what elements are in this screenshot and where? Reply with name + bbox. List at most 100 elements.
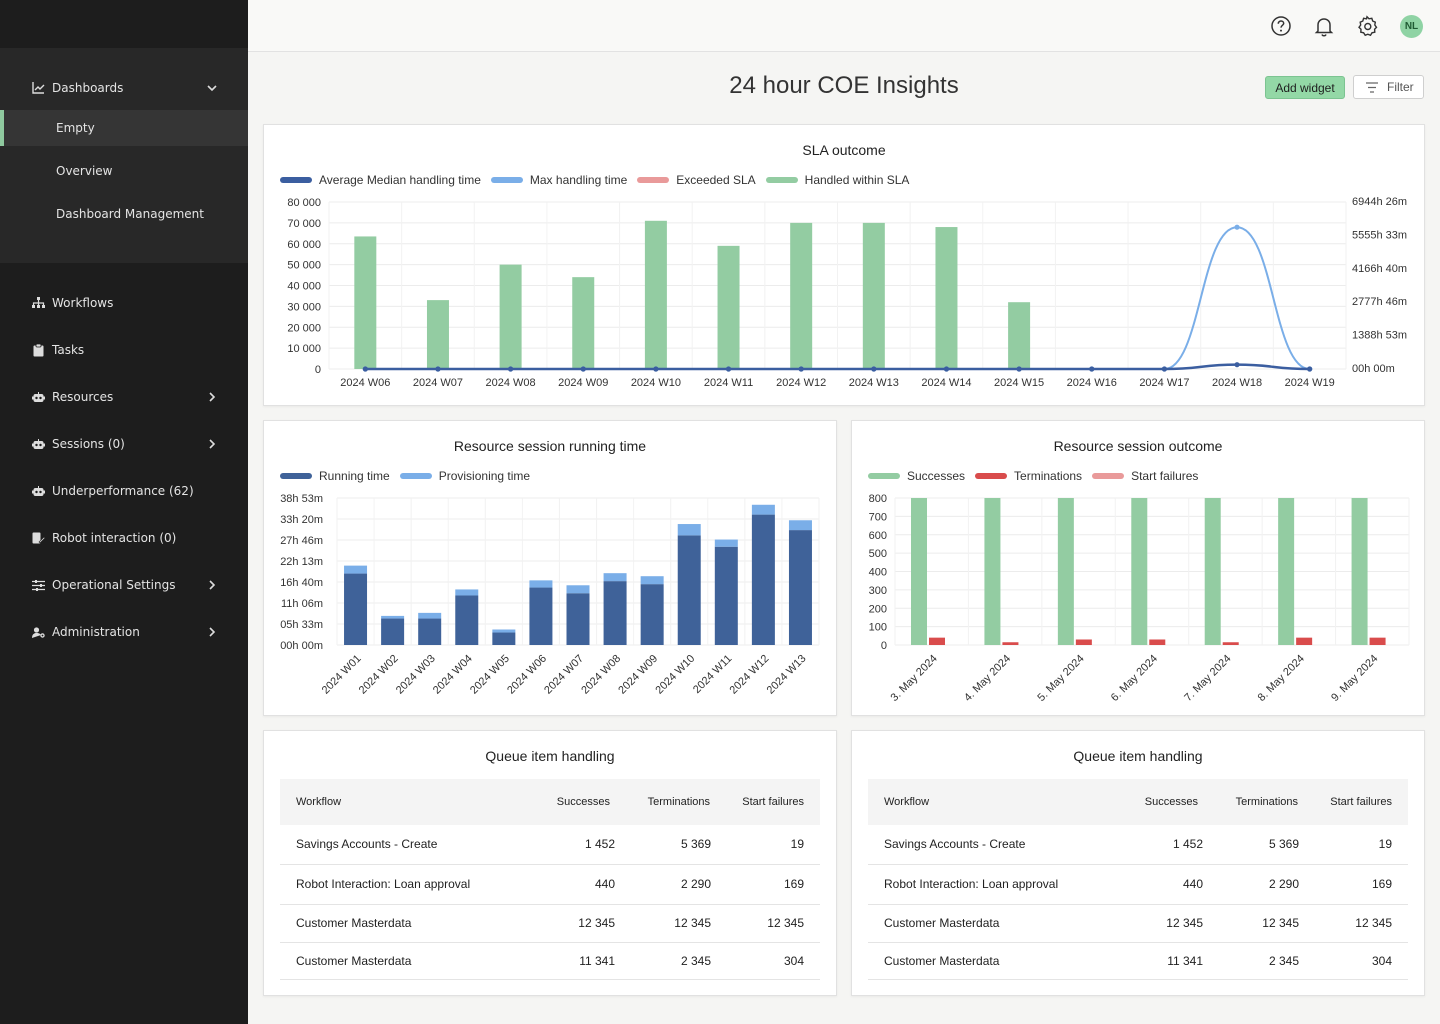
sidebar-item-label: Sessions (0) [52,437,125,451]
bar [714,546,738,645]
column-header[interactable]: Workflow [296,796,341,808]
bar [929,637,945,645]
sidebar-item-operational-settings[interactable]: Operational Settings [0,567,248,603]
y-tick-label: 40 000 [287,281,321,293]
x-tick-label: 2024 W19 [1285,377,1335,389]
bell-icon[interactable] [1313,15,1335,37]
sidebar-item-resources[interactable]: Resources [0,379,248,415]
table-row[interactable]: Customer Masterdata 11 341 2 345 304 [868,943,1408,980]
bar [344,565,368,574]
sidebar-item-sessions[interactable]: Sessions (0) [0,426,248,462]
x-tick-label: 2024 W15 [994,377,1044,389]
x-tick-label: 2024 W06 [505,653,549,697]
bar [1075,639,1092,645]
sidebar-item-administration[interactable]: Administration [0,614,248,650]
sidebar-item-robot-interaction[interactable]: Robot interaction (0) [0,520,248,556]
bar [381,615,405,619]
sidebar-item-dashboards[interactable]: Dashboards [0,70,248,106]
bar [1008,302,1031,369]
bar [1057,498,1074,645]
y-tick-label: 80 000 [287,197,321,209]
y-tick-label: 300 [869,585,887,597]
column-header[interactable]: Successes [1145,796,1198,808]
workflow-cell: Customer Masterdata [884,953,1000,968]
table-row[interactable]: Savings Accounts - Create 1 452 5 369 19 [280,825,820,865]
y-tick-label: 60 000 [287,239,321,251]
x-tick-label: 2024 W09 [558,377,608,389]
sidebar-subitem-label: Overview [56,164,113,178]
x-tick-label: 2024 W07 [413,377,463,389]
chart-line-icon [31,81,45,95]
data-point [725,366,732,372]
avatar[interactable]: NL [1400,15,1423,38]
page-title: 24 hour COE Insights [729,72,959,99]
sidebar-subitem-empty[interactable]: Empty [0,110,248,146]
number-cell: 5 369 [1268,837,1299,851]
data-point [1161,366,1167,372]
bar [603,573,627,582]
x-tick-label: 2024 W10 [631,377,681,389]
x-tick-label: 2024 W08 [486,377,536,389]
sla-chart: 80 000 70 000 60 000 50 000 40 000 30 000 20 0… [287,196,1407,389]
sidebar-subitem-overview[interactable]: Overview [0,153,248,189]
column-header[interactable]: Terminations [1236,796,1298,808]
x-tick-label: 2024 W07 [542,653,586,697]
chevron-right-icon[interactable] [205,625,219,639]
table-row[interactable]: Customer Masterdata 12 345 12 345 12 345 [868,905,1408,943]
x-tick-label: 2024 W13 [765,653,809,697]
data-point [943,366,950,372]
data-point [508,366,514,372]
filter-button[interactable]: Filter [1353,75,1424,99]
x-tick-label: 3. May 2024 [889,653,940,704]
table-row[interactable]: Savings Accounts - Create 1 452 5 369 19 [868,825,1408,865]
bar [788,520,812,531]
table-row[interactable]: Customer Masterdata 12 345 12 345 12 345 [280,905,820,943]
number-cell: 11 341 [1167,953,1203,968]
chevron-right-icon[interactable] [205,390,219,404]
y-tick-label: 600 [869,530,887,542]
bar [677,524,701,536]
x-tick-label: 4. May 2024 [962,653,1013,704]
bar [935,227,958,369]
data-point [362,366,368,372]
filter-label: Filter [1387,80,1414,94]
number-cell: 12 345 [1262,916,1299,930]
sidebar-item-tasks[interactable]: Tasks [0,332,248,368]
data-point [1016,366,1022,372]
help-icon[interactable] [1270,15,1292,37]
sidebar-item-workflows[interactable]: Workflows [0,285,248,321]
chevron-right-icon[interactable] [205,437,219,451]
table-row[interactable]: Robot Interaction: Loan approval 440 2 290… [280,865,820,905]
bar [492,632,516,645]
sidebar-subitem-dashboard-management[interactable]: Dashboard Management [0,196,248,232]
chevron-right-icon[interactable] [205,578,219,592]
column-header[interactable]: Start failures [1330,796,1392,808]
table-row[interactable]: Customer Masterdata 11 341 2 345 304 [280,943,820,980]
x-tick-label: 5. May 2024 [1035,653,1086,704]
bar [790,222,813,369]
y-tick-label: 50 000 [287,260,321,272]
column-header[interactable]: Successes [557,796,610,808]
column-header[interactable]: Terminations [648,796,710,808]
gear-icon[interactable] [1356,15,1378,37]
number-cell: 2 290 [1268,877,1299,891]
add-widget-button[interactable]: Add widget [1265,76,1345,99]
y-tick-label: 200 [869,603,887,615]
robot-icon [31,437,45,451]
bar [1131,498,1148,645]
data-point [1307,366,1313,372]
column-header[interactable]: Start failures [742,796,804,808]
table-row[interactable]: Robot Interaction: Loan approval 440 2 290… [868,865,1408,905]
number-cell: 12 345 [674,916,711,930]
bar [566,585,590,594]
chevron-down-icon[interactable] [205,81,219,95]
x-tick-label: 2024 W01 [320,653,364,697]
x-tick-label: 2024 W05 [468,653,512,697]
bar [640,576,664,585]
sidebar-item-underperformance[interactable]: Underperformance (62) [0,473,248,509]
number-cell: 19 [1378,837,1392,851]
column-header[interactable]: Workflow [884,796,929,808]
workflow-cell: Savings Accounts - Create [884,837,1026,851]
x-tick-label: 8. May 2024 [1256,653,1307,704]
bar [354,236,377,369]
